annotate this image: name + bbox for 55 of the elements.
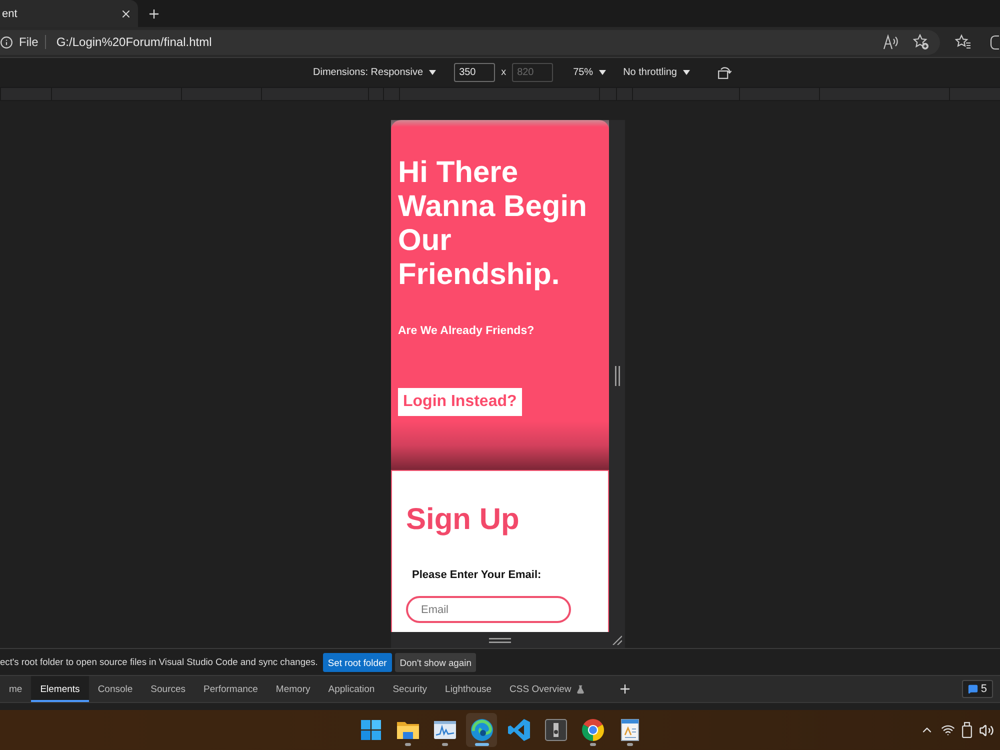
close-icon bbox=[120, 8, 132, 20]
devtools-tab[interactable]: me bbox=[0, 676, 32, 702]
grip-lines-icon[interactable] bbox=[489, 638, 511, 642]
star-list-icon[interactable] bbox=[955, 34, 971, 50]
devtools-tab[interactable]: Sources bbox=[142, 676, 195, 702]
folder-icon bbox=[396, 720, 418, 740]
chart-window-icon bbox=[434, 721, 456, 739]
signup-title: Sign Up bbox=[406, 503, 520, 537]
throttling-dropdown[interactable]: No throttling bbox=[623, 67, 690, 78]
scheme-label: File bbox=[19, 35, 38, 49]
four-squares-icon bbox=[360, 720, 380, 740]
notice-button[interactable]: Don't show again bbox=[394, 652, 476, 672]
devtools-tab[interactable]: CSS Overview bbox=[500, 676, 594, 702]
notice-message: ect's root folder to open source files in Visual Studio Code and sync changes. bbox=[0, 657, 318, 667]
dark-tile-icon bbox=[544, 719, 566, 741]
ribbon-icon bbox=[508, 719, 530, 741]
star-plus-icon[interactable] bbox=[913, 34, 929, 50]
devtools-tab[interactable]: Console bbox=[88, 676, 142, 702]
resize-corner-icon[interactable] bbox=[612, 635, 622, 645]
hero-subtitle: Are We Already Friends? bbox=[398, 324, 534, 338]
address-field[interactable]: File G:/Login%20Forum/final.html bbox=[0, 30, 940, 54]
plus-icon bbox=[147, 6, 161, 20]
wifi-icon[interactable] bbox=[941, 723, 955, 737]
caret-icon bbox=[429, 70, 436, 75]
browser-tab[interactable]: ent bbox=[0, 0, 138, 27]
notice-button[interactable]: Set root folder bbox=[322, 652, 392, 672]
taskbar-app-button[interactable] bbox=[466, 713, 497, 747]
drive-icon[interactable] bbox=[962, 722, 972, 738]
caret-icon bbox=[683, 70, 690, 75]
email-label: Please Enter Your Email: bbox=[412, 568, 542, 582]
devtools-tab[interactable]: Application bbox=[319, 676, 384, 702]
info-icon[interactable] bbox=[0, 36, 13, 48]
devtools-tab[interactable]: Performance bbox=[194, 676, 267, 702]
devtools-tab[interactable]: Memory bbox=[266, 676, 320, 702]
devtools-tab[interactable]: Security bbox=[384, 676, 436, 702]
devtools-tab[interactable]: Lighthouse bbox=[436, 676, 501, 702]
document-icon bbox=[620, 719, 638, 741]
width-input[interactable]: 350 bbox=[454, 63, 496, 82]
rotate-icon[interactable] bbox=[718, 66, 732, 79]
caret-icon bbox=[599, 70, 606, 75]
hero-headline: Hi There Wanna Begin Our Friendship. bbox=[398, 156, 588, 292]
url-text: G:/Login%20Forum/final.html bbox=[56, 35, 212, 49]
message-icon bbox=[968, 684, 978, 694]
plus-icon bbox=[618, 682, 632, 696]
speaker-icon[interactable] bbox=[979, 722, 994, 738]
times-sign: x bbox=[501, 67, 506, 78]
grip-lines-icon[interactable] bbox=[614, 366, 620, 386]
issues-badge[interactable]: 5 bbox=[962, 680, 993, 698]
tricolor-circle-icon bbox=[582, 719, 604, 741]
dimensions-dropdown[interactable]: Dimensions: Responsive bbox=[313, 67, 436, 78]
read-aloud-icon[interactable] bbox=[883, 34, 899, 50]
devtools-tab[interactable]: Elements bbox=[31, 676, 89, 702]
email-field[interactable]: Email bbox=[406, 596, 571, 623]
swirl-icon bbox=[470, 719, 492, 741]
zoom-dropdown[interactable]: 75% bbox=[573, 67, 606, 78]
